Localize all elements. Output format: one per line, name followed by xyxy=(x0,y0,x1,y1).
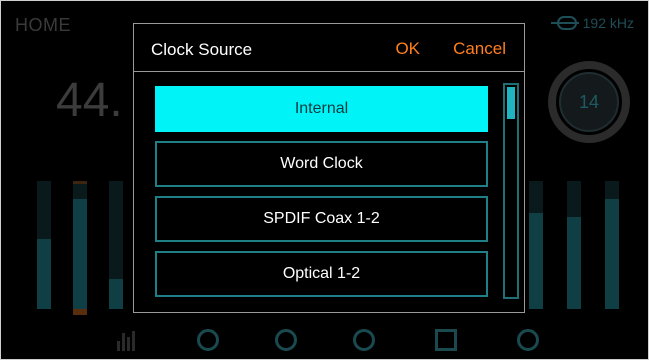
meters-icon[interactable] xyxy=(117,329,139,351)
level-meter xyxy=(567,181,581,309)
option-optical-1-2[interactable]: Optical 1-2 xyxy=(155,251,488,297)
clock-source-dialog: Clock Source OK Cancel Internal Word Clo… xyxy=(133,23,525,313)
frequency-readout: 44. xyxy=(56,74,123,127)
volume-knob[interactable]: 14 xyxy=(548,61,630,143)
clock-lock-icon xyxy=(550,16,579,30)
headphone-icon[interactable] xyxy=(275,329,297,351)
device-icon[interactable] xyxy=(435,329,457,351)
cancel-button[interactable]: Cancel xyxy=(453,39,506,59)
settings-gear-icon[interactable] xyxy=(517,329,539,351)
dialog-title: Clock Source xyxy=(151,40,253,59)
speaker-icon[interactable] xyxy=(197,329,219,351)
option-scrollbar[interactable] xyxy=(503,83,519,299)
option-word-clock[interactable]: Word Clock xyxy=(155,141,488,187)
home-screen-title: HOME xyxy=(15,15,71,35)
scrollbar-thumb[interactable] xyxy=(507,87,515,119)
device-screen: HOME 192 kHz 44. 14 Clock Source OK Canc… xyxy=(0,0,649,360)
level-meter xyxy=(109,181,123,309)
level-meter xyxy=(73,181,87,309)
level-meter xyxy=(37,181,51,309)
option-internal[interactable]: Internal xyxy=(155,86,488,132)
option-spdif-coax-1-2[interactable]: SPDIF Coax 1-2 xyxy=(155,196,488,242)
level-meter xyxy=(529,181,543,309)
sample-rate-label: 192 kHz xyxy=(582,15,634,31)
xlr-input-icon[interactable] xyxy=(353,329,375,351)
sample-rate-indicator: 192 kHz xyxy=(550,15,634,31)
knob-value: 14 xyxy=(559,72,619,132)
level-meter xyxy=(605,181,619,309)
level-meter xyxy=(73,309,87,315)
ok-button[interactable]: OK xyxy=(395,39,420,59)
dialog-header: Clock Source OK Cancel xyxy=(134,24,524,72)
